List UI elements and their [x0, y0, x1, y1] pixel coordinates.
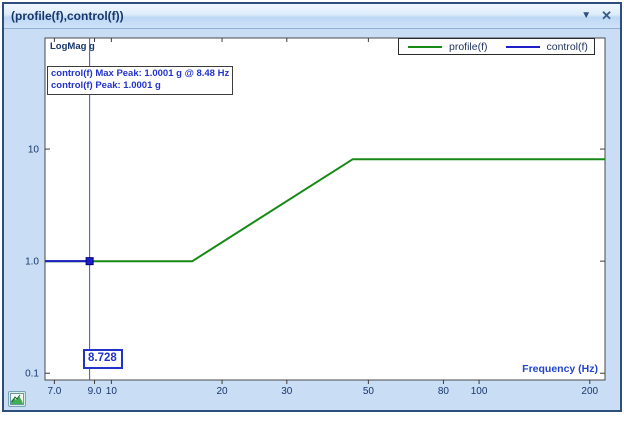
control-line-swatch-icon	[506, 46, 540, 48]
x-tick-label: 10	[106, 386, 118, 397]
profile-line-swatch-icon	[408, 46, 442, 48]
y-tick-label: 0.1	[25, 369, 39, 380]
y-tick-label: 10	[28, 145, 40, 156]
annotation-max-peak: control(f) Max Peak: 1.0001 g @ 8.48 Hz	[51, 68, 229, 80]
legend-item-control[interactable]: control(f)	[497, 41, 595, 53]
y-axis-label: LogMag g	[50, 41, 95, 52]
x-tick-label: 50	[363, 386, 375, 397]
y-tick-label: 1.0	[25, 257, 39, 268]
annotation-peak: control(f) Peak: 1.0001 g	[51, 80, 229, 92]
legend-label-control: control(f)	[547, 41, 588, 53]
x-tick-label: 30	[281, 386, 293, 397]
cursor-marker	[86, 258, 93, 265]
x-tick-label: 9.0	[88, 386, 102, 397]
chart-thumbnail-button[interactable]	[8, 391, 26, 407]
x-tick-label: 80	[438, 386, 450, 397]
x-tick-label: 200	[581, 386, 598, 397]
legend: profile(f) control(f)	[398, 38, 595, 55]
cursor-frequency-readout[interactable]: 8.728	[84, 350, 122, 368]
chart-thumbnail-icon	[10, 393, 24, 405]
x-tick-label: 100	[471, 386, 488, 397]
legend-label-profile: profile(f)	[449, 41, 488, 53]
x-tick-label: 7.0	[47, 386, 61, 397]
peak-annotation-box: control(f) Max Peak: 1.0001 g @ 8.48 Hz …	[47, 66, 233, 95]
x-tick-label: 20	[216, 386, 228, 397]
legend-item-profile[interactable]: profile(f)	[399, 41, 497, 53]
screenshot-frame: (profile(f),control(f)) ▼ ✕ 7.09.0102030…	[0, 0, 624, 421]
x-axis-label: Frequency (Hz)	[522, 363, 598, 375]
